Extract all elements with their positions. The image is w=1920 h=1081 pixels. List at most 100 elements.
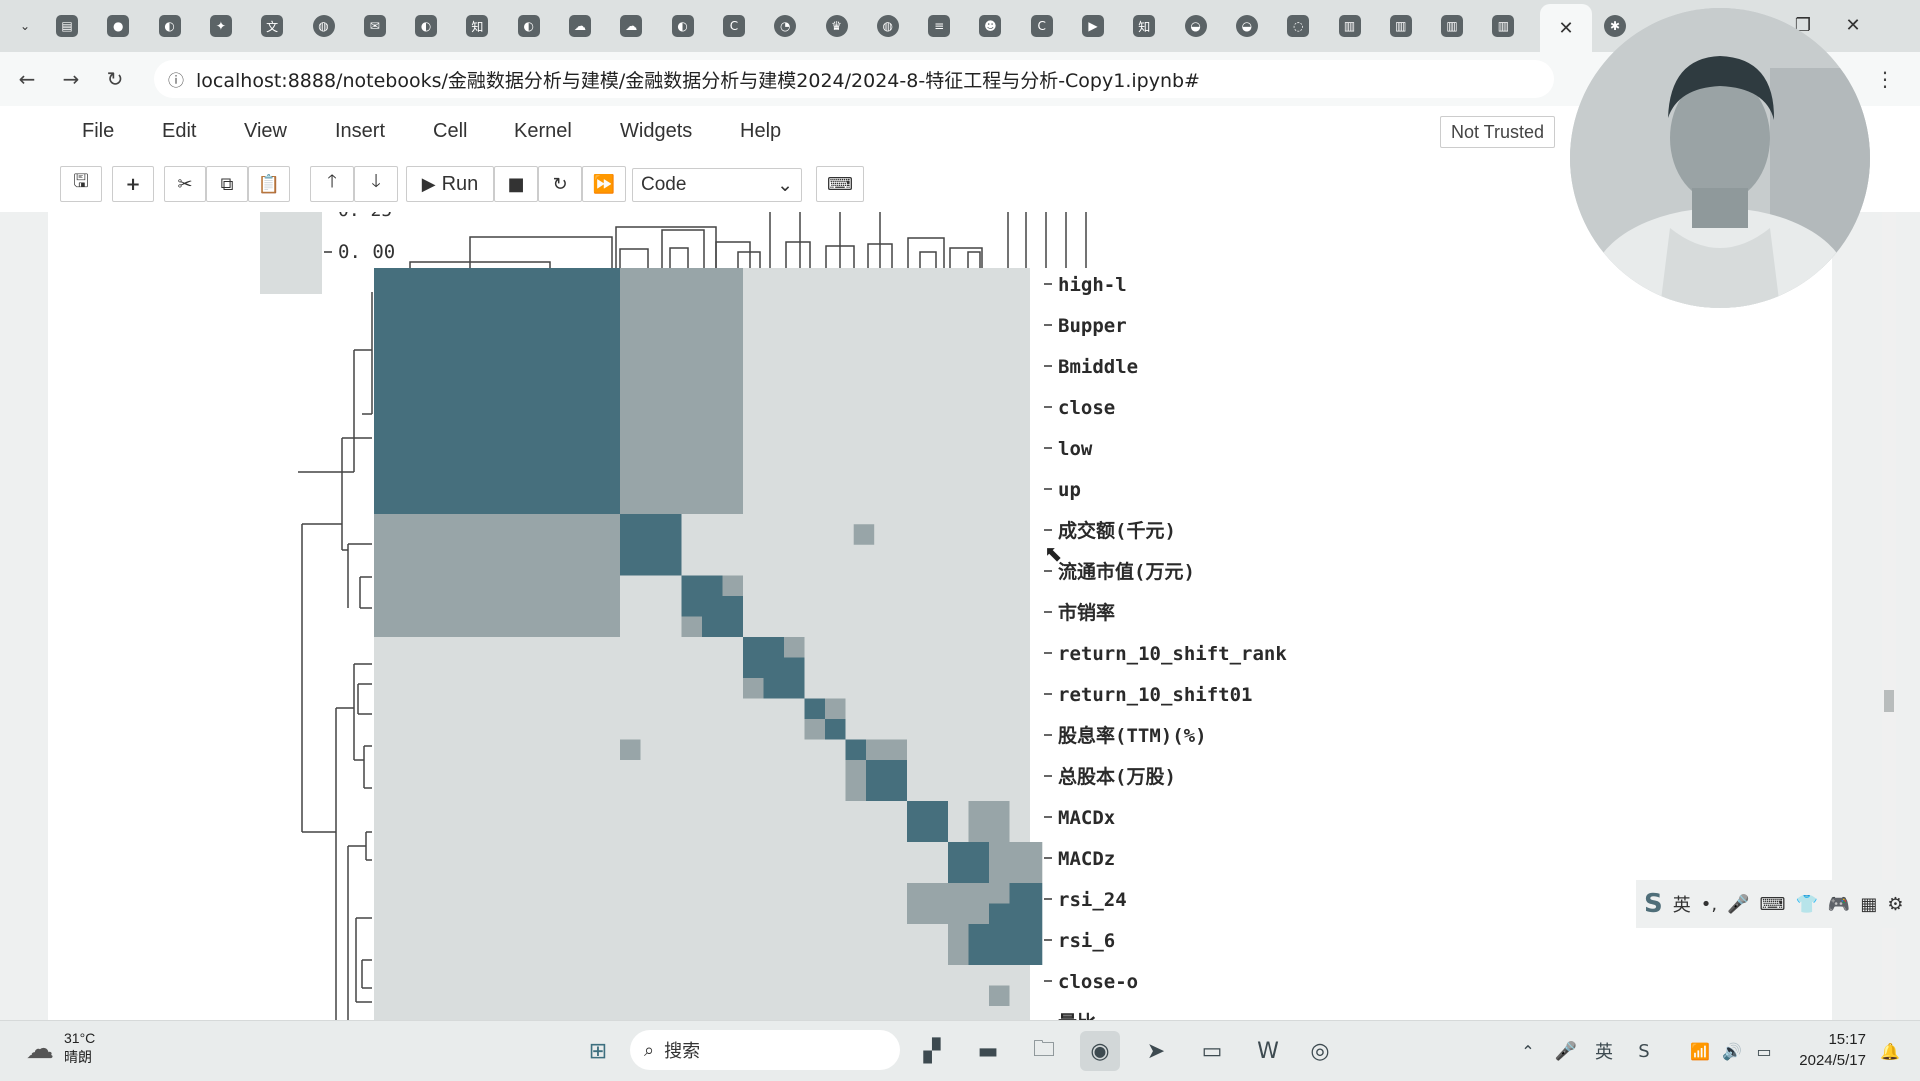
taskbar-chrome[interactable]: ◉ (1080, 1031, 1120, 1071)
browser-tab[interactable]: ● (99, 8, 137, 44)
browser-tab[interactable]: ☁ (612, 8, 650, 44)
browser-tab[interactable]: ◐ (407, 8, 445, 44)
browser-tab[interactable]: ▥ (1484, 8, 1522, 44)
notification-button[interactable]: 🔔 (1870, 1031, 1910, 1071)
browser-tab[interactable]: ≡ (920, 8, 958, 44)
scrollbar-thumb[interactable] (1884, 690, 1894, 712)
system-clock[interactable]: 15:17 2024/5/17 (1790, 1029, 1866, 1071)
browser-tab[interactable]: 文 (253, 8, 291, 44)
copy-button[interactable]: ⧉ (206, 166, 248, 202)
restart-run-all-button[interactable]: ⏩ (582, 166, 626, 202)
heatmap-cell (743, 678, 764, 699)
browser-menu-button[interactable]: ⋮ (1870, 64, 1900, 94)
tray-sogou[interactable]: S (1624, 1031, 1664, 1071)
move-up-button[interactable]: 🡑 (310, 166, 354, 202)
site-info-icon[interactable]: ⓘ (168, 67, 184, 91)
move-down-button[interactable]: 🡓 (354, 166, 398, 202)
paste-button[interactable]: 📋 (248, 166, 290, 202)
browser-tab[interactable]: ◐ (510, 8, 548, 44)
start-button[interactable]: ⊞ (578, 1031, 618, 1071)
tray-ime[interactable]: 英 (1584, 1031, 1624, 1071)
ime-language[interactable]: 英 (1673, 891, 1691, 917)
browser-tab[interactable]: ♛ (818, 8, 856, 44)
browser-tab[interactable]: ☁ (561, 8, 599, 44)
weather-widget[interactable]: ☁ 31°C 晴朗 (26, 1029, 95, 1067)
floppy-icon: 🖫 (73, 171, 89, 192)
browser-tab[interactable]: C (1023, 8, 1061, 44)
close-window-button[interactable]: ✕ (1830, 10, 1876, 40)
task-view-button[interactable]: ▞ (912, 1031, 952, 1071)
trusted-indicator[interactable]: Not Trusted (1440, 116, 1556, 148)
game-icon[interactable]: 🎮 (1828, 894, 1850, 915)
heatmap-block (968, 924, 1010, 965)
close-icon[interactable]: ✕ (1555, 17, 1577, 39)
taskbar-wps[interactable]: W (1248, 1031, 1288, 1071)
menu-edit[interactable]: Edit (162, 120, 196, 143)
heatmap-cell (620, 739, 641, 760)
tab-search-menu[interactable]: ⌄ (6, 8, 44, 44)
browser-tab[interactable]: 知 (458, 8, 496, 44)
browser-tab[interactable]: ◍ (869, 8, 907, 44)
taskbar-app-arrow[interactable]: ➤ (1136, 1031, 1176, 1071)
tray-overflow-button[interactable]: ⌃ (1508, 1031, 1548, 1071)
browser-tab[interactable]: ▶ (1074, 8, 1112, 44)
run-button[interactable]: ▶ Run (406, 166, 494, 202)
tray-battery[interactable]: ▭ (1744, 1031, 1784, 1071)
insert-cell-button[interactable]: + (112, 166, 154, 202)
browser-tab[interactable]: ◍ (305, 8, 343, 44)
menu-widgets[interactable]: Widgets (620, 120, 692, 143)
browser-tab[interactable]: ▤ (48, 8, 86, 44)
browser-tab[interactable]: ◒ (1177, 8, 1215, 44)
menu-file[interactable]: File (82, 120, 114, 143)
menu-insert[interactable]: Insert (335, 120, 385, 143)
browser-tab[interactable]: ▥ (1382, 8, 1420, 44)
cell-type-select[interactable]: Code ⌄ (632, 168, 802, 202)
browser-tab[interactable]: ☻ (971, 8, 1009, 44)
restart-button[interactable]: ↻ (538, 166, 582, 202)
address-bar[interactable]: ⓘ localhost:8888/notebooks/金融数据分析与建模/金融数… (154, 60, 1554, 98)
save-button[interactable]: 🖫 (60, 166, 102, 202)
interrupt-button[interactable]: ■ (494, 166, 538, 202)
browser-tab[interactable]: ✦ (202, 8, 240, 44)
taskbar-app-window[interactable]: ▬ (968, 1031, 1008, 1071)
menu-kernel[interactable]: Kernel (514, 120, 572, 143)
browser-tab[interactable]: ◐ (151, 8, 189, 44)
forward-button[interactable]: → (56, 64, 86, 94)
cut-button[interactable]: ✂ (164, 166, 206, 202)
heatmap (374, 268, 1043, 1020)
menu-cell[interactable]: Cell (433, 120, 467, 143)
browser-tab[interactable]: ◒ (1228, 8, 1266, 44)
row-label: 股息率(TTM)(%) (1058, 724, 1207, 747)
taskbar-recorder[interactable]: ◎ (1300, 1031, 1340, 1071)
play-icon: ▶ (421, 173, 436, 195)
taskbar-search[interactable]: ⌕ 搜索 (630, 1030, 900, 1070)
menu-help[interactable]: Help (740, 120, 781, 143)
browser-tab[interactable]: ▥ (1433, 8, 1471, 44)
browser-tab[interactable]: ◔ (766, 8, 804, 44)
menu-view[interactable]: View (244, 120, 287, 143)
active-tab[interactable]: ✕ (1540, 4, 1592, 52)
browser-tab[interactable]: ▥ (1331, 8, 1369, 44)
microphone-icon[interactable]: 🎤 (1727, 894, 1749, 915)
weather-desc: 晴朗 (64, 1049, 92, 1065)
github-icon: ◐ (517, 15, 540, 37)
taskbar-file-explorer[interactable]: 🗀 (1024, 1031, 1064, 1071)
ime-toolbar[interactable]: S 英 •, 🎤 ⌨ 👕 🎮 ▦ ⚙ (1636, 880, 1920, 928)
punctuation-icon[interactable]: •, (1701, 894, 1717, 915)
tray-microphone[interactable]: 🎤 (1546, 1031, 1586, 1071)
keyboard-icon[interactable]: ⌨ (1760, 894, 1786, 915)
browser-tab[interactable]: C (715, 8, 753, 44)
skin-icon[interactable]: 👕 (1795, 894, 1817, 915)
command-palette-button[interactable]: ⌨ (816, 166, 864, 202)
reload-button[interactable]: ↻ (100, 64, 130, 94)
browser-tab[interactable]: 知 (1125, 8, 1163, 44)
apps-icon[interactable]: ▦ (1860, 894, 1877, 915)
arrow-down-icon: 🡓 (371, 171, 381, 192)
taskbar-terminal[interactable]: ▭ (1192, 1031, 1232, 1071)
browser-tab[interactable]: ✉ (356, 8, 394, 44)
browser-tab[interactable]: ◌ (1279, 8, 1317, 44)
back-button[interactable]: ← (12, 64, 42, 94)
row-label: rsi_6 (1058, 930, 1115, 952)
browser-tab[interactable]: ◐ (664, 8, 702, 44)
settings-icon[interactable]: ⚙ (1887, 894, 1903, 915)
